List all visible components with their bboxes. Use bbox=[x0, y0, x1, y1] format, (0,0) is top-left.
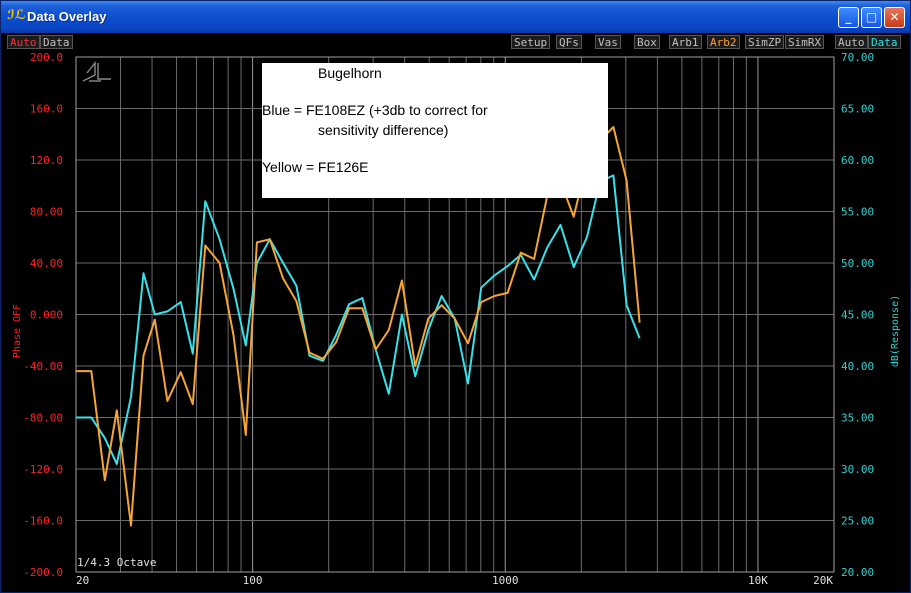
left-axis-label: Phase OFF bbox=[12, 304, 23, 358]
close-icon: ✕ bbox=[889, 10, 900, 24]
simzp-button[interactable]: SimZP bbox=[745, 35, 785, 49]
toolbar: Auto Data Setup QFs Vas Box Arb1 Arb2 Si… bbox=[5, 33, 908, 51]
x-tick-label: 20K bbox=[813, 574, 833, 587]
maximize-button[interactable]: □ bbox=[861, 7, 882, 28]
left-data-button[interactable]: Data bbox=[40, 35, 73, 49]
left-auto-button[interactable]: Auto bbox=[7, 35, 40, 49]
left-tick-label: 120.0 bbox=[30, 154, 63, 167]
left-tick-label: 80.00 bbox=[30, 206, 63, 219]
left-tick-label: 200.0 bbox=[30, 51, 63, 64]
arb2-button[interactable]: Arb2 bbox=[707, 35, 740, 49]
close-button[interactable]: ✕ bbox=[884, 7, 905, 28]
x-tick-label: 10K bbox=[748, 574, 768, 587]
right-tick-label: 45.00 bbox=[841, 309, 874, 322]
series-line-blue bbox=[76, 174, 641, 465]
logo-watermark-icon bbox=[82, 61, 111, 82]
vas-button[interactable]: Vas bbox=[595, 35, 621, 49]
data-overlay-window: ℐℒ Data Overlay _ □ ✕ Auto Data Setup QF… bbox=[0, 0, 911, 593]
left-tick-label: -40.00 bbox=[23, 360, 63, 373]
box-button[interactable]: Box bbox=[634, 35, 660, 49]
left-tick-label: 0.000 bbox=[30, 309, 63, 322]
right-auto-button[interactable]: Auto bbox=[835, 35, 868, 49]
right-tick-label: 55.00 bbox=[841, 206, 874, 219]
x-tick-label: 1000 bbox=[492, 574, 519, 587]
maximize-icon: □ bbox=[865, 10, 878, 24]
right-tick-label: 65.00 bbox=[841, 103, 874, 116]
left-tick-label: -200.0 bbox=[23, 566, 63, 579]
right-tick-label: 20.00 bbox=[841, 566, 874, 579]
right-axis-ticks: 70.00 65.00 60.00 55.00 50.00 45.00 40.00 35.00… bbox=[841, 51, 874, 579]
x-tick-label: 20 bbox=[76, 574, 89, 587]
left-tick-label: -120.0 bbox=[23, 463, 63, 476]
left-tick-label: -80.00 bbox=[23, 412, 63, 425]
right-tick-label: 70.00 bbox=[841, 51, 874, 64]
resolution-label: 1/4.3 Octave bbox=[77, 556, 156, 569]
simrx-button[interactable]: SimRX bbox=[785, 35, 825, 49]
right-axis-label: dB(Response) bbox=[890, 295, 901, 367]
annotation-line-3: Yellow = FE126E bbox=[262, 159, 369, 175]
setup-button[interactable]: Setup bbox=[511, 35, 551, 49]
left-tick-label: 40.00 bbox=[30, 257, 63, 270]
left-axis-ticks: 200.0 160.0 120.0 80.00 40.00 0.000 -40.00 -80.… bbox=[23, 51, 63, 579]
app-logo-icon: ℐℒ bbox=[7, 8, 26, 23]
annotation-box: Bugelhorn Blue = FE108EZ (+3db to correc… bbox=[262, 63, 608, 198]
qfs-button[interactable]: QFs bbox=[556, 35, 582, 49]
right-tick-label: 40.00 bbox=[841, 360, 874, 373]
right-tick-label: 50.00 bbox=[841, 257, 874, 270]
x-tick-label: 100 bbox=[243, 574, 263, 587]
title-bar[interactable]: ℐℒ Data Overlay _ □ ✕ bbox=[1, 1, 910, 33]
right-tick-label: 35.00 bbox=[841, 412, 874, 425]
annotation-title: Bugelhorn bbox=[318, 65, 382, 81]
minimize-icon: _ bbox=[845, 10, 852, 24]
right-tick-label: 25.00 bbox=[841, 515, 874, 528]
minimize-button[interactable]: _ bbox=[838, 7, 859, 28]
annotation-line-2: sensitivity difference) bbox=[318, 122, 448, 138]
arb1-button[interactable]: Arb1 bbox=[669, 35, 702, 49]
left-tick-label: 160.0 bbox=[30, 103, 63, 116]
right-tick-label: 60.00 bbox=[841, 154, 874, 167]
window-title: Data Overlay bbox=[27, 9, 107, 24]
chart-area: 200.0 160.0 120.0 80.00 40.00 0.000 -40.00 -80.… bbox=[12, 51, 901, 587]
left-tick-label: -160.0 bbox=[23, 515, 63, 528]
annotation-line-1: Blue = FE108EZ (+3db to correct for bbox=[262, 102, 488, 118]
x-axis-ticks: 20 100 1000 10K 20K bbox=[76, 574, 833, 587]
right-data-button[interactable]: Data bbox=[868, 35, 901, 49]
right-tick-label: 30.00 bbox=[841, 463, 874, 476]
